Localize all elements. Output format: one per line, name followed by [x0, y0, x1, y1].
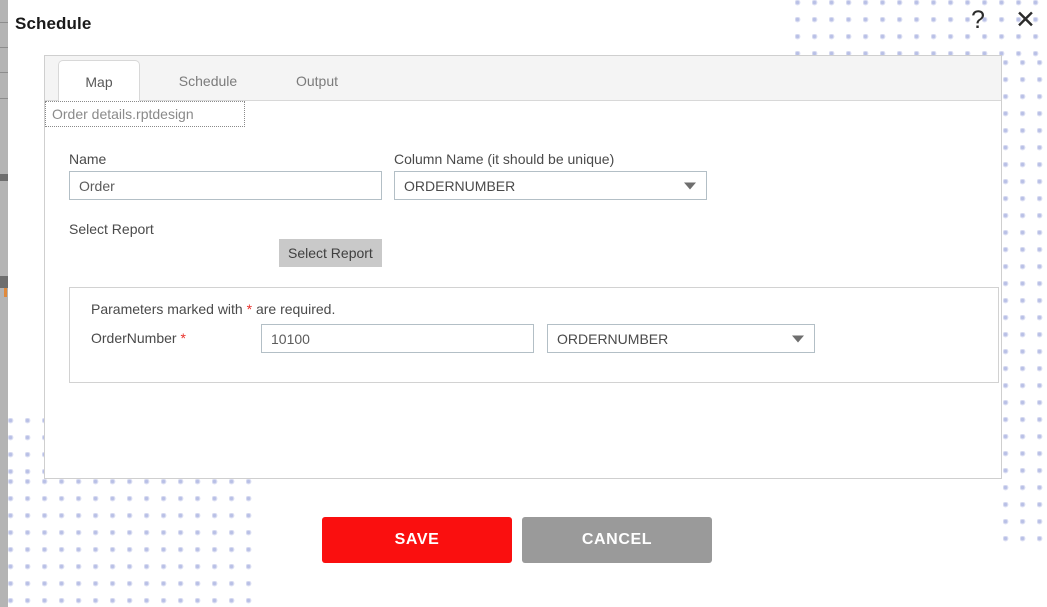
- tab-strip: Map Schedule Output: [45, 56, 1001, 102]
- dialog-titlebar: Schedule: [8, 0, 795, 52]
- parameters-panel: Parameters marked with * are required. O…: [69, 287, 999, 383]
- tab-panel-map: Name Column Name (it should be unique) S…: [45, 101, 1001, 479]
- parameters-note-suffix: are required.: [252, 301, 336, 317]
- schedule-dialog: Schedule ? ✕ Map Schedule Output Name Co…: [8, 0, 1047, 607]
- select-report-button[interactable]: Select Report: [279, 239, 382, 267]
- tab-map[interactable]: Map: [58, 60, 140, 102]
- page-title: Schedule: [15, 14, 92, 33]
- parameter-column-select-value[interactable]: [547, 324, 815, 353]
- name-label: Name: [69, 151, 107, 167]
- tab-schedule[interactable]: Schedule: [158, 60, 258, 101]
- tab-output-label: Output: [295, 72, 339, 89]
- tab-map-label: Map: [85, 73, 113, 90]
- page-left-edge-scrollbar[interactable]: [0, 0, 8, 607]
- column-name-select[interactable]: [394, 171, 707, 200]
- column-name-select-value[interactable]: [394, 171, 707, 200]
- cancel-button[interactable]: CANCEL: [522, 517, 712, 563]
- close-icon[interactable]: ✕: [1015, 8, 1036, 33]
- parameter-row-label: OrderNumber *: [91, 330, 186, 346]
- parameter-column-select[interactable]: [547, 324, 815, 353]
- parameter-name: OrderNumber: [91, 330, 177, 346]
- edge-highlight-marker: [4, 288, 7, 297]
- tab-output[interactable]: Output: [277, 60, 357, 101]
- edge-tick: [0, 47, 8, 48]
- save-button[interactable]: SAVE: [322, 517, 512, 563]
- parameters-note-prefix: Parameters marked with: [91, 301, 247, 317]
- edge-marker: [0, 174, 8, 181]
- edge-tick: [0, 72, 8, 73]
- select-report-label: Select Report: [69, 221, 154, 237]
- tab-schedule-label: Schedule: [178, 72, 238, 89]
- select-report-filename-field[interactable]: Order details.rptdesign: [45, 101, 245, 127]
- select-report-filename: Order details.rptdesign: [52, 106, 194, 122]
- edge-tick: [0, 22, 8, 23]
- tab-card: Map Schedule Output Name Column Name (it…: [44, 55, 1002, 479]
- help-icon[interactable]: ?: [971, 8, 985, 33]
- edge-marker: [0, 276, 8, 288]
- required-star-icon: *: [180, 330, 186, 346]
- parameters-required-note: Parameters marked with * are required.: [91, 301, 335, 317]
- column-name-label: Column Name (it should be unique): [394, 151, 615, 167]
- parameter-value-input[interactable]: [261, 324, 534, 353]
- edge-tick: [0, 98, 8, 99]
- name-input[interactable]: [69, 171, 382, 200]
